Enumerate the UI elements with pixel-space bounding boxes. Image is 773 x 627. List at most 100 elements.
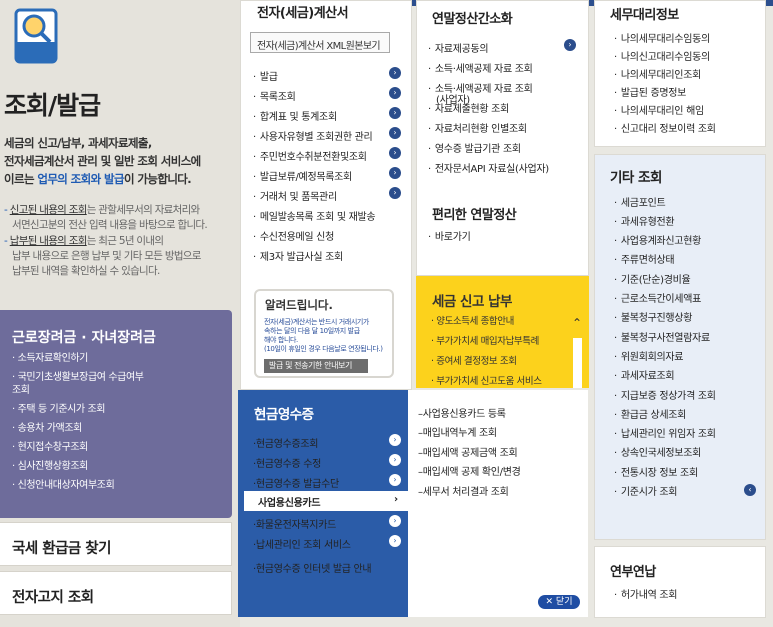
menu-item[interactable]: · 허가내역 조회 (614, 586, 677, 601)
menu-item[interactable]: ·화물운전자복지카드 (253, 516, 336, 531)
menu-item-label: 위원회회의자료 (620, 352, 684, 363)
menu-item-label: 나의신고대리수임동의 (620, 52, 710, 63)
chevron-right-icon[interactable]: › (389, 187, 401, 199)
menu-item[interactable]: · 전자문서API 자료실(사업자) (428, 160, 549, 175)
menu-item[interactable]: · 발급된 증명정보 (614, 84, 686, 99)
chevron-right-icon[interactable]: › (389, 87, 401, 99)
menu-item[interactable]: · 수신전용메일 신청 (253, 228, 334, 243)
list-item[interactable]: · 부가가치세 매입자납부특례 (431, 336, 542, 348)
notice-box: 알려드립니다. 전자(세금)계산서는 반드시 거래시기가 속하는 달의 다음 달… (254, 289, 394, 378)
chevron-right-icon[interactable]: › (389, 127, 401, 139)
menu-item[interactable]: · 목록조회 (253, 88, 296, 103)
menu-item[interactable]: ·현금영수증 인터넷 발급 안내 (253, 560, 372, 575)
list-item[interactable]: 송용차 가액조회 (12, 422, 227, 435)
menu-item[interactable]: · 상속인국세정보조회 (614, 444, 701, 459)
earned-income-credit-panel: 근로장려금 · 자녀장려금 소득자료확인하기 국민기초생활보장급여 수급여부 조… (0, 310, 232, 518)
chevron-up-icon[interactable]: ⌃ (572, 316, 582, 330)
chevron-left-icon[interactable]: ‹ (744, 484, 756, 496)
menu-item[interactable]: · 근로소득간이세액표 (614, 290, 701, 305)
chevron-right-icon[interactable]: › (564, 39, 576, 51)
chevron-right-icon[interactable]: › (389, 434, 401, 446)
menu-item[interactable]: · 메일발송목록 조회 및 재발송 (253, 208, 376, 223)
chevron-right-icon[interactable]: › (389, 147, 401, 159)
menu-item[interactable]: · 자료제출현황 조회 (428, 100, 509, 115)
menu-item-active[interactable]: 사업용신용카드 › (244, 491, 408, 511)
submenu-item[interactable]: –사업용신용카드 등록 (418, 405, 506, 420)
chevron-right-icon[interactable]: › (389, 107, 401, 119)
menu-item[interactable]: · 기준시가 조회 (614, 483, 677, 498)
menu-item-label: 신고대리 정보이력 조회 (620, 124, 716, 135)
list-item[interactable]: 소득자료확인하기 (12, 352, 227, 365)
menu-item[interactable]: · 지급보증 정상가격 조회 (614, 387, 716, 402)
menu-item-label: 납세관리인 조회 서비스 (255, 540, 351, 551)
menu-item[interactable]: ·납세관리인 조회 서비스 (253, 536, 351, 551)
menu-item[interactable]: · 사용자유형별 조회권한 관리 (253, 128, 373, 143)
menu-item[interactable]: · 납세관리인 위임자 조회 (614, 425, 716, 440)
menu-item[interactable]: · 주민번호수취분전환및조회 (253, 148, 367, 163)
panel-title: 현금영수증 (254, 407, 314, 423)
chevron-right-icon[interactable]: › (389, 454, 401, 466)
close-button[interactable]: ✕ 닫기 (538, 595, 580, 609)
menu-item-label: 허가내역 조회 (620, 590, 678, 601)
menu-item-label: 납세관리인 위임자 조회 (620, 429, 716, 440)
menu-item[interactable]: · 거래처 및 품목관리 (253, 188, 337, 203)
menu-item[interactable]: · 불복청구사전열람자료 (614, 329, 710, 344)
submenu-item[interactable]: –매입내역누계 조회 (418, 424, 497, 439)
menu-item[interactable]: · 자료제공동의 (428, 40, 489, 55)
menu-item[interactable]: · 주류면허상태 (614, 251, 675, 266)
menu-item[interactable]: · 합계표 및 통계조회 (253, 108, 337, 123)
menu-item[interactable]: · 발급 (253, 68, 278, 83)
list-item-label: 부가가치세 매입자납부특례 (436, 336, 539, 347)
menu-item-label: 주민번호수취분전환및조회 (259, 152, 367, 163)
submenu-item[interactable]: –매입세액 공제 확인/변경 (418, 463, 521, 478)
menu-item[interactable]: ·현금영수증조회 (253, 435, 319, 450)
menu-item[interactable]: · 나의신고대리수임동의 (614, 48, 710, 63)
menu-item[interactable]: · 영수증 발급기관 조회 (428, 140, 521, 155)
menu-item[interactable]: · 환급금 상세조회 (614, 406, 686, 421)
list-item[interactable]: 국민기초생활보장급여 수급여부 (12, 371, 227, 384)
menu-item[interactable]: · 나의세무대리인조회 (614, 66, 701, 81)
electronic-notice-button[interactable]: 전자고지 조회 (0, 571, 232, 615)
list-item[interactable]: · 부가가치세 신고도움 서비스 (431, 376, 542, 388)
menu-item[interactable]: ·현금영수증 발급수단 (253, 475, 339, 490)
scrollbar-track[interactable] (573, 338, 582, 388)
menu-item[interactable]: · 나의세무대리수임동의 (614, 30, 710, 45)
list-item[interactable]: 신청안내대상자여부조회 (12, 479, 227, 492)
menu-item[interactable]: · 신고대리 정보이력 조회 (614, 120, 716, 135)
menu-item[interactable]: · 전통시장 정보 조회 (614, 464, 698, 479)
menu-item[interactable]: · 발급보류/예정목록조회 (253, 168, 352, 183)
menu-item[interactable]: · 기준(단순)경비율 (614, 271, 691, 286)
list-item-continuation[interactable]: 조회 (12, 384, 227, 397)
menu-item[interactable]: · 세금포인트 (614, 194, 666, 209)
list-item[interactable]: · 양도소득세 종합안내 (431, 316, 542, 328)
chevron-right-icon[interactable]: › (389, 167, 401, 179)
menu-item[interactable]: · 사업용계좌신고현황 (614, 232, 701, 247)
menu-item[interactable]: · 위원회회의자료 (614, 348, 684, 363)
menu-item-label: 근로소득간이세액표 (620, 294, 701, 305)
menu-item[interactable]: · 자료처리현황 인별조회 (428, 120, 527, 135)
list-item[interactable]: 심사진행상황조회 (12, 460, 227, 473)
chevron-right-icon[interactable]: › (389, 67, 401, 79)
scrollbar[interactable]: ⌃ (571, 316, 585, 388)
note-line: 납부 내용으로 은행 납부 및 기타 모든 방법으로 (12, 250, 201, 262)
refund-search-button[interactable]: 국세 환급금 찾기 (0, 522, 232, 566)
menu-item[interactable]: · 바로가기 (428, 228, 471, 243)
deadline-guide-button[interactable]: 발급 및 전송기한 안내보기 (264, 359, 368, 373)
xml-original-view-button[interactable]: 전자(세금)계산서 XML원본보기 (250, 32, 390, 53)
menu-item[interactable]: · 제3자 발급사실 조회 (253, 248, 343, 263)
list-item[interactable]: 현지접수창구조회 (12, 441, 227, 454)
menu-item[interactable]: ·현금영수증 수정 (253, 455, 321, 470)
submenu-item[interactable]: –세무서 처리결과 조회 (418, 483, 509, 498)
menu-item[interactable]: · 불복청구진행상황 (614, 309, 692, 324)
chevron-right-icon[interactable]: › (389, 515, 401, 527)
menu-item[interactable]: · 과세자료조회 (614, 367, 675, 382)
list-item[interactable]: 주택 등 기준시가 조회 (12, 403, 227, 416)
menu-item[interactable]: · 나의세무대리인 해임 (614, 102, 704, 117)
chevron-right-icon[interactable]: › (389, 474, 401, 486)
list-item[interactable]: · 증여세 결정정보 조회 (431, 356, 542, 368)
menu-item-label: 제3자 발급사실 조회 (259, 252, 343, 263)
chevron-right-icon[interactable]: › (389, 535, 401, 547)
menu-item[interactable]: · 과세유형전환 (614, 213, 675, 228)
menu-item[interactable]: · 소득·세액공제 자료 조회 (428, 60, 533, 75)
submenu-item[interactable]: –매입세액 공제금액 조회 (418, 444, 518, 459)
